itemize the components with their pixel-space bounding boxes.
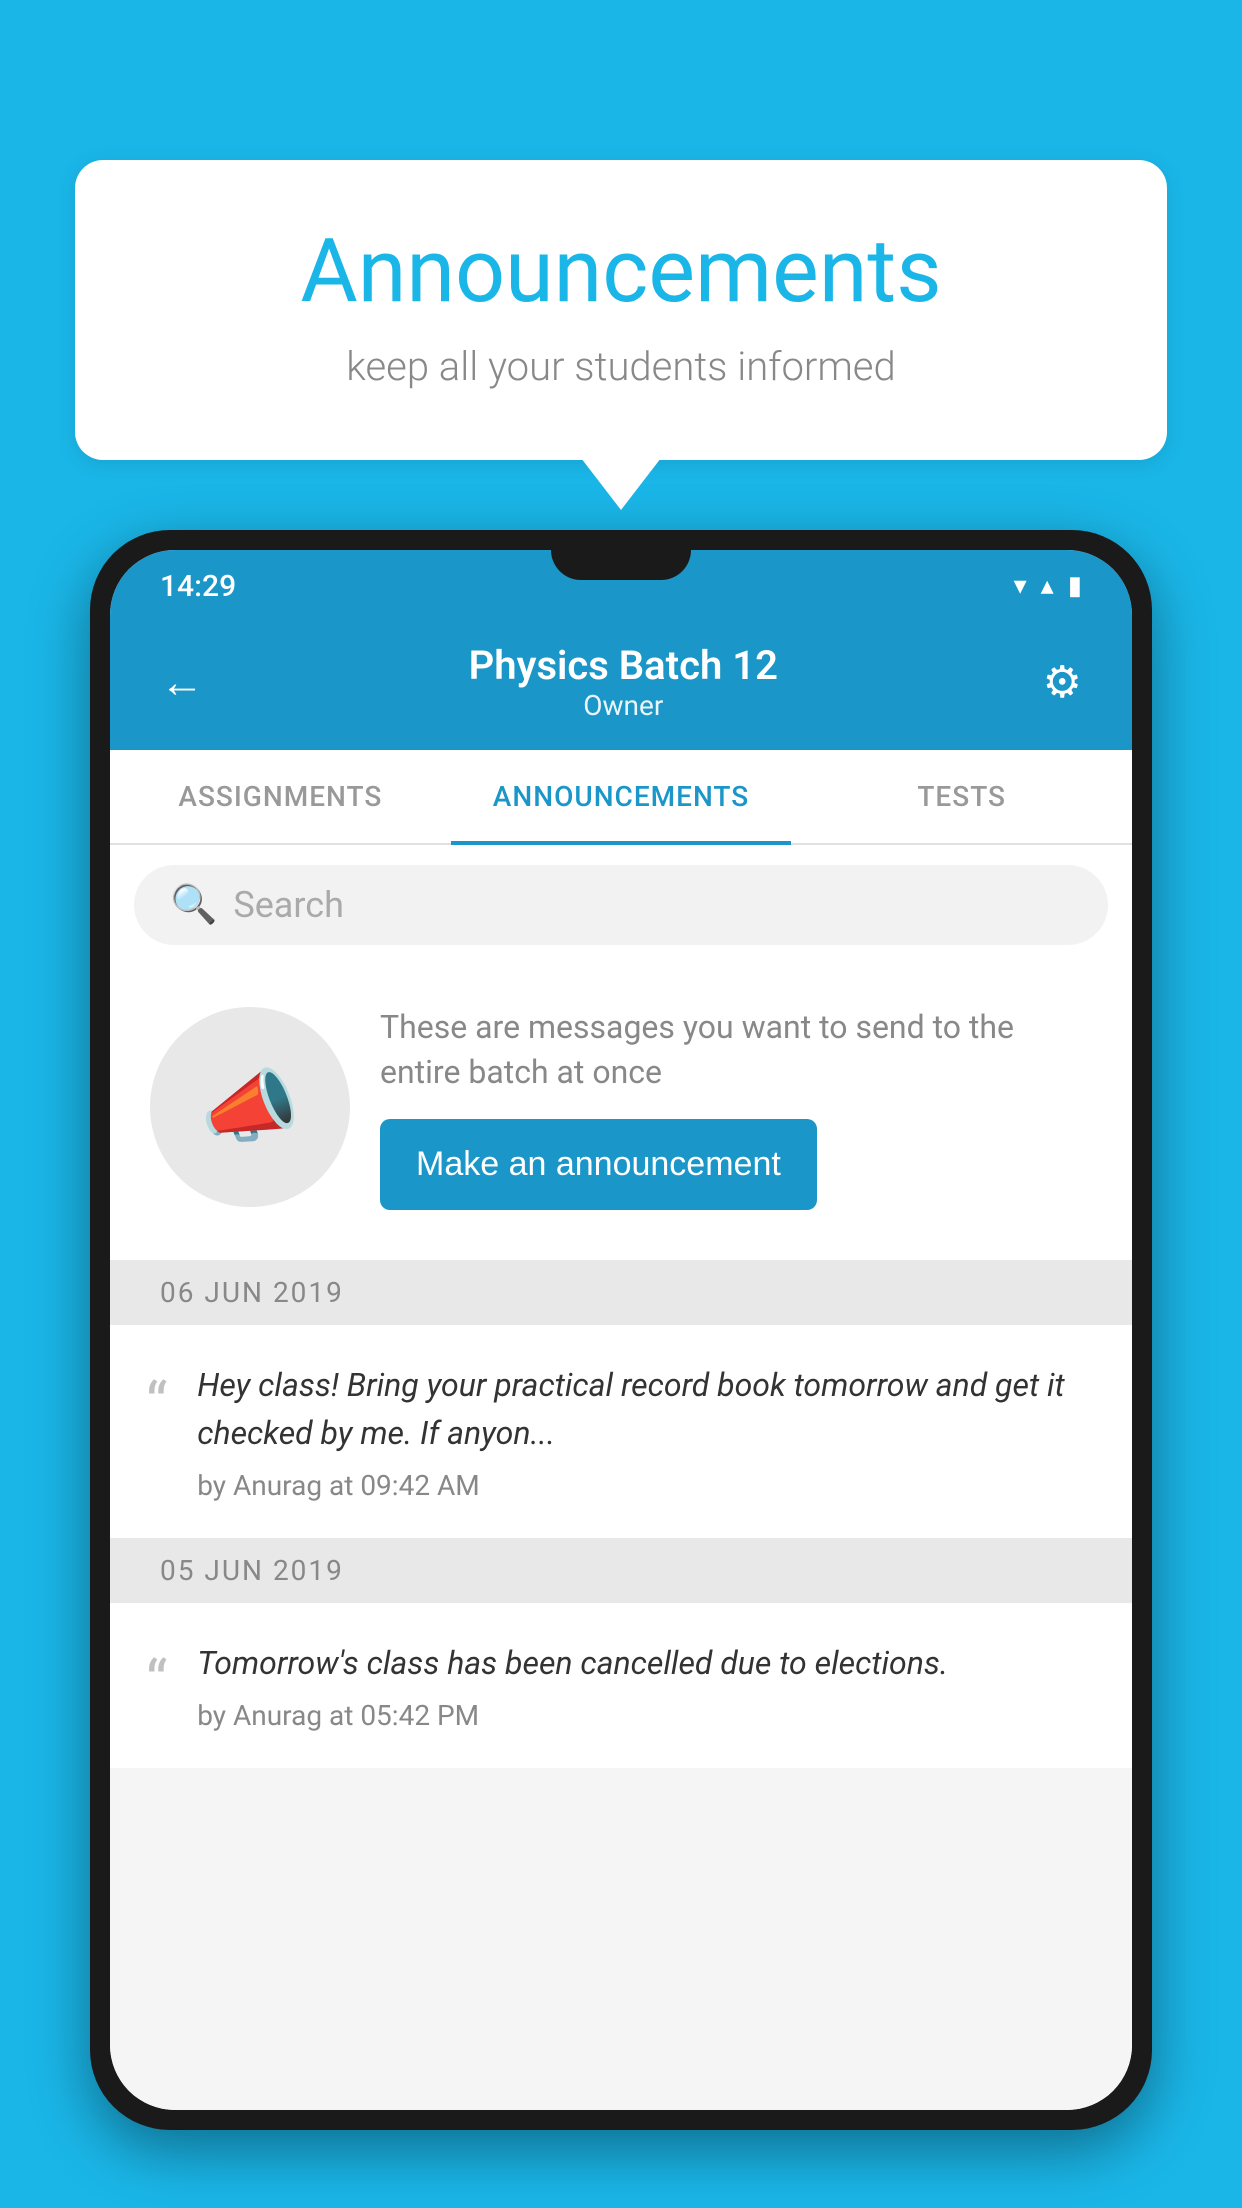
header-center: Physics Batch 12 Owner: [469, 642, 778, 722]
announcement-text-1: Hey class! Bring your practical record b…: [197, 1361, 1082, 1457]
date-text-1: 06 JUN 2019: [160, 1276, 344, 1309]
status-icons: ▾ ▴ ▮: [1014, 571, 1082, 601]
make-announcement-button[interactable]: Make an announcement: [380, 1119, 817, 1210]
promo-card: 📣 These are messages you want to send to…: [110, 965, 1132, 1260]
bubble-subtitle: keep all your students informed: [155, 343, 1087, 390]
promo-icon-circle: 📣: [150, 1007, 350, 1207]
quote-icon-1: “: [146, 1369, 167, 1440]
phone-outer: 14:29 ▾ ▴ ▮ ← Physics Batch 12 Owner ⚙: [90, 530, 1152, 2130]
speech-bubble: Announcements keep all your students inf…: [75, 160, 1167, 460]
announcement-content-1: Hey class! Bring your practical record b…: [197, 1361, 1082, 1502]
announcement-item-1[interactable]: “ Hey class! Bring your practical record…: [110, 1325, 1132, 1538]
quote-icon-2: “: [146, 1647, 167, 1718]
signal-icon: ▴: [1041, 571, 1054, 601]
date-divider-2: 05 JUN 2019: [110, 1538, 1132, 1603]
search-placeholder: Search: [233, 884, 344, 926]
announcement-content-2: Tomorrow's class has been cancelled due …: [197, 1639, 948, 1732]
tab-announcements[interactable]: ANNOUNCEMENTS: [451, 750, 792, 843]
tab-tests[interactable]: TESTS: [791, 750, 1132, 843]
wifi-icon: ▾: [1014, 571, 1027, 601]
bubble-title: Announcements: [155, 220, 1087, 323]
promo-right: These are messages you want to send to t…: [380, 1005, 1092, 1210]
phone-notch: [551, 530, 691, 580]
app-header: ← Physics Batch 12 Owner ⚙: [110, 622, 1132, 750]
megaphone-icon: 📣: [200, 1060, 300, 1154]
header-subtitle: Owner: [469, 689, 778, 722]
status-time: 14:29: [160, 569, 236, 604]
date-divider-1: 06 JUN 2019: [110, 1260, 1132, 1325]
promo-description: These are messages you want to send to t…: [380, 1005, 1092, 1095]
content-area: 🔍 Search 📣 These are messages you want t…: [110, 845, 1132, 2110]
phone-wrapper: 14:29 ▾ ▴ ▮ ← Physics Batch 12 Owner ⚙: [90, 530, 1152, 2208]
speech-bubble-section: Announcements keep all your students inf…: [75, 160, 1167, 460]
gear-icon[interactable]: ⚙: [1043, 656, 1082, 708]
announcement-meta-2: by Anurag at 05:42 PM: [197, 1699, 948, 1732]
phone-screen: 14:29 ▾ ▴ ▮ ← Physics Batch 12 Owner ⚙: [110, 550, 1132, 2110]
back-icon[interactable]: ←: [160, 656, 204, 708]
tab-assignments[interactable]: ASSIGNMENTS: [110, 750, 451, 843]
announcement-meta-1: by Anurag at 09:42 AM: [197, 1469, 1082, 1502]
search-icon: 🔍: [170, 883, 217, 927]
date-text-2: 05 JUN 2019: [160, 1554, 344, 1587]
tabs-bar: ASSIGNMENTS ANNOUNCEMENTS TESTS: [110, 750, 1132, 845]
battery-icon: ▮: [1068, 571, 1082, 601]
search-bar[interactable]: 🔍 Search: [134, 865, 1108, 945]
announcement-item-2[interactable]: “ Tomorrow's class has been cancelled du…: [110, 1603, 1132, 1768]
announcement-text-2: Tomorrow's class has been cancelled due …: [197, 1639, 948, 1687]
header-title: Physics Batch 12: [469, 642, 778, 689]
search-section: 🔍 Search: [110, 845, 1132, 965]
